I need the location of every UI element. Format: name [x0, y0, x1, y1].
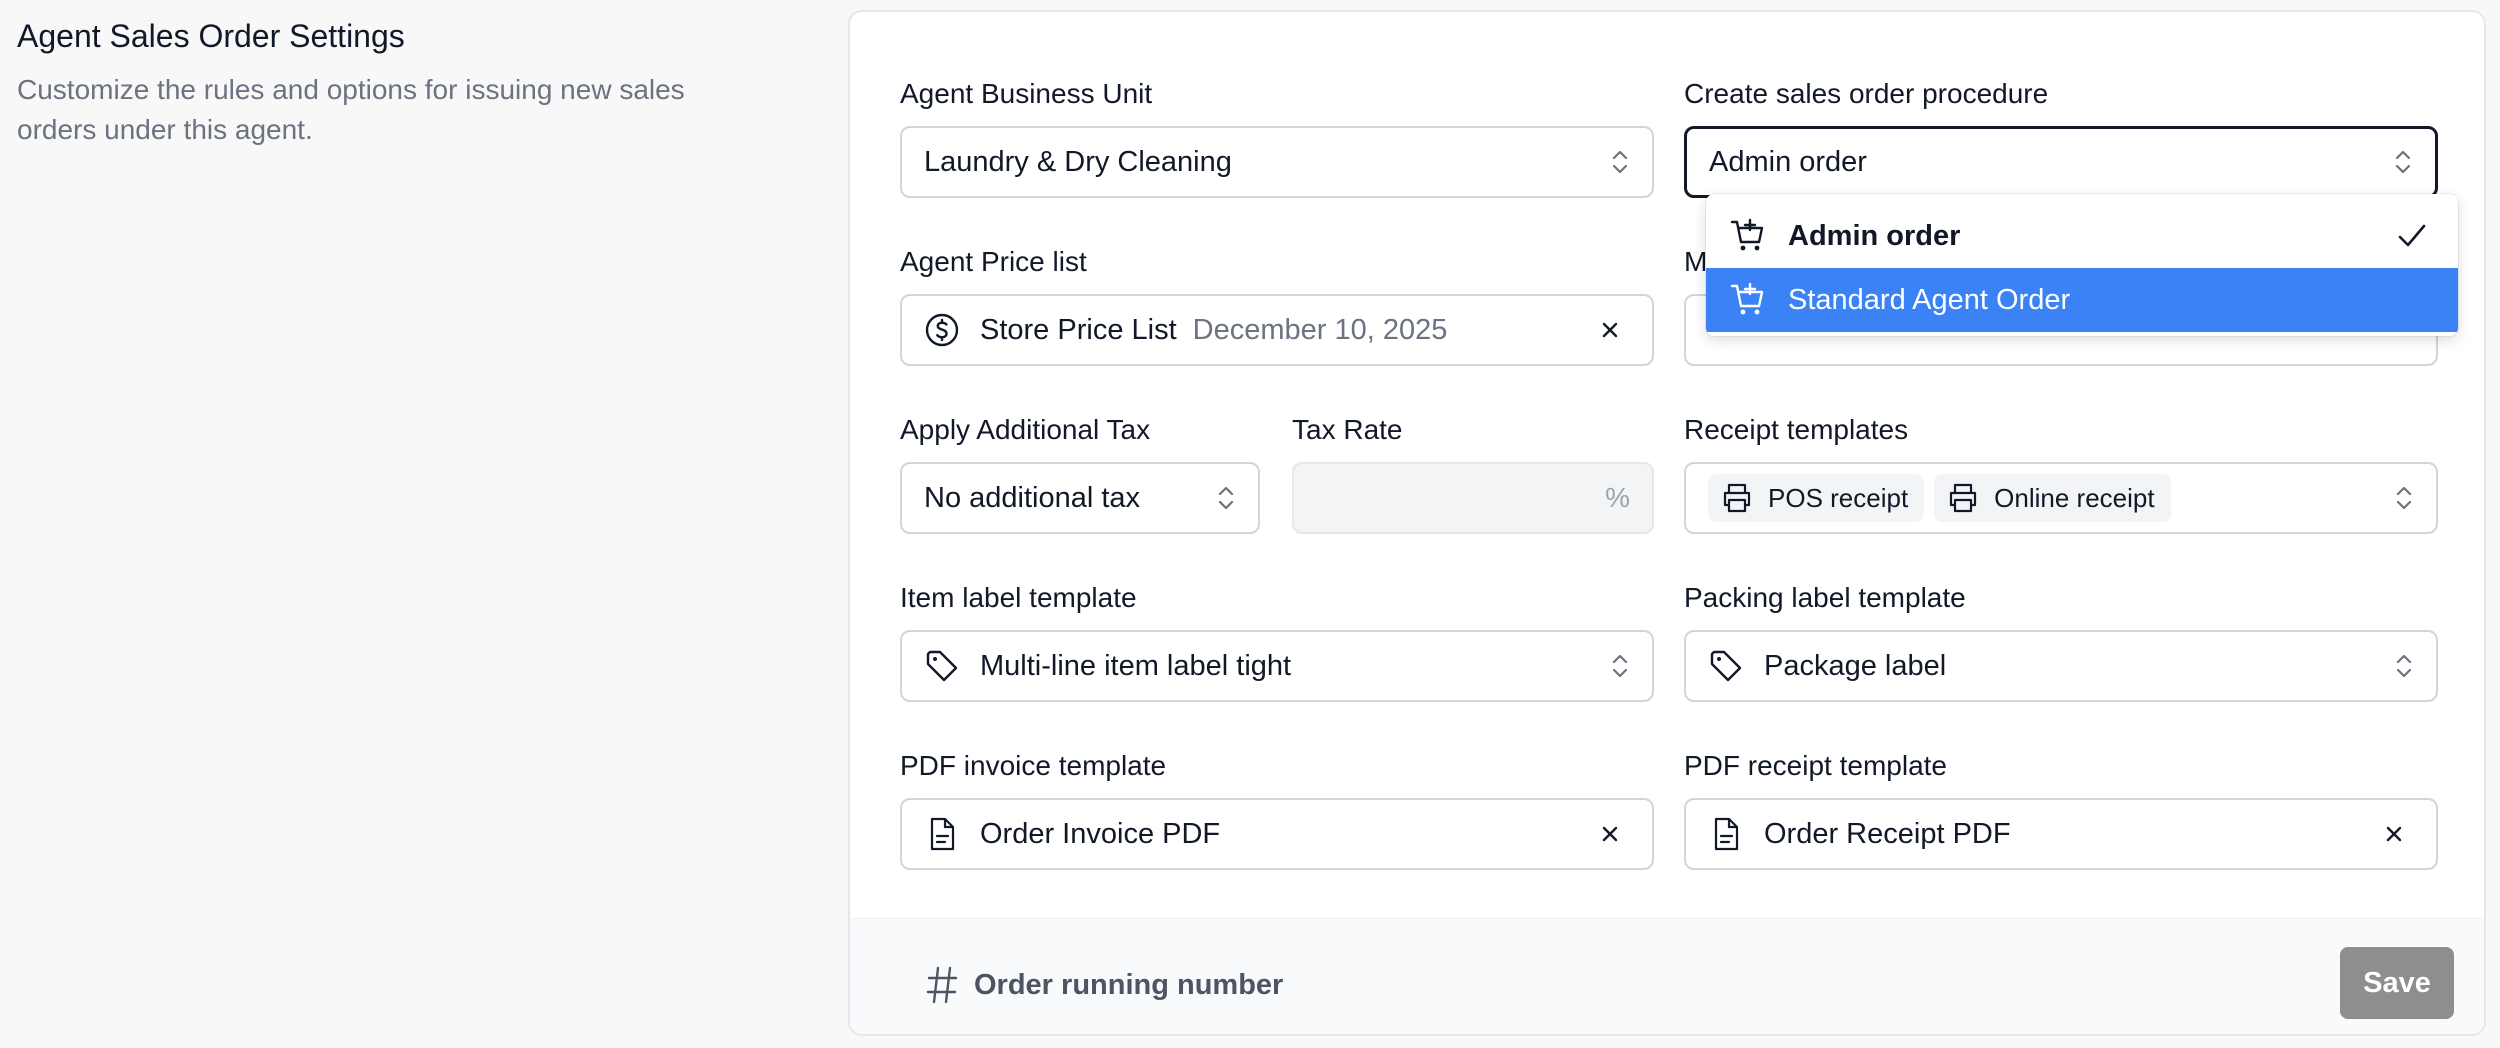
pdf-receipt-template-value: Order Receipt PDF [1764, 817, 2011, 850]
item-label-template-value: Multi-line item label tight [980, 649, 1292, 682]
percent-unit: % [1605, 482, 1630, 513]
price-list-label: Agent Price list [900, 246, 1087, 277]
save-button[interactable]: Save [2340, 947, 2454, 1019]
order-running-number[interactable]: Order running number [926, 965, 1283, 1005]
packing-label-template-select[interactable]: Package label [1684, 630, 2438, 702]
chip-label: Online receipt [1994, 482, 2155, 513]
cart-plus-icon [1730, 218, 1766, 254]
additional-tax-label: Apply Additional Tax [900, 414, 1151, 445]
document-icon [924, 816, 960, 852]
chip-pos-receipt[interactable]: POS receipt [1708, 474, 1925, 522]
price-list-value: Store Price List [980, 313, 1177, 346]
close-icon [1602, 322, 1618, 338]
item-label-template-select[interactable]: Multi-line item label tight [900, 630, 1654, 702]
tax-rate-label: Tax Rate [1292, 414, 1403, 445]
page-title: Agent Sales Order Settings [17, 18, 405, 54]
chevron-up-down-icon [1612, 654, 1628, 678]
chevron-up-down-icon [2396, 654, 2412, 678]
procedure-label: Create sales order procedure [1684, 78, 2049, 109]
procedure-select[interactable]: Admin order [1684, 126, 2438, 198]
tax-rate-input[interactable]: % [1292, 462, 1654, 534]
chevron-up-down-icon [2396, 486, 2412, 510]
chevron-up-down-icon [2395, 150, 2411, 174]
option-label: Standard Agent Order [1788, 283, 2071, 316]
cart-plus-icon [1730, 282, 1766, 318]
item-label-template-label: Item label template [900, 582, 1137, 613]
close-icon [1602, 826, 1618, 842]
clear-pdf-receipt-button[interactable] [2374, 814, 2414, 854]
hash-icon [926, 966, 958, 1004]
packing-label-template-value: Package label [1764, 649, 1947, 682]
receipt-templates-multiselect[interactable]: POS receipt Online receipt [1684, 462, 2438, 534]
additional-tax-value: No additional tax [924, 481, 1141, 514]
pdf-receipt-template-label: PDF receipt template [1684, 750, 1947, 781]
chevron-up-down-icon [1218, 486, 1234, 510]
obscured-field-label: M [1684, 246, 1708, 277]
section-intro: Agent Sales Order Settings Customize the… [17, 16, 777, 150]
pdf-invoice-template-label: PDF invoice template [900, 750, 1167, 781]
close-icon [2386, 826, 2402, 842]
document-icon [1708, 816, 1744, 852]
dollar-circle-icon [924, 312, 960, 348]
business-unit-select[interactable]: Laundry & Dry Cleaning [900, 126, 1654, 198]
option-label: Admin order [1788, 219, 1961, 252]
printer-icon [1950, 483, 1977, 513]
order-running-number-label: Order running number [974, 968, 1284, 1001]
procedure-option-admin-order[interactable]: Admin order [1706, 204, 2458, 268]
receipt-templates-label: Receipt templates [1684, 414, 1909, 445]
settings-card: Agent Business Unit Laundry & Dry Cleani… [848, 10, 2486, 1036]
pdf-invoice-template-select[interactable]: Order Invoice PDF [900, 798, 1654, 870]
price-list-date: December 10, 2025 [1192, 313, 1448, 346]
chevron-up-down-icon [1612, 150, 1628, 174]
tag-icon [924, 648, 960, 684]
checkmark-icon [2398, 224, 2426, 247]
tag-icon [1708, 648, 1744, 684]
procedure-dropdown-menu: Admin order Standard Agent Order [1706, 194, 2458, 336]
card-footer: Order running number Save [850, 918, 2484, 1034]
business-unit-value: Laundry & Dry Cleaning [924, 145, 1232, 178]
page-description: Customize the rules and options for issu… [17, 74, 685, 145]
chip-online-receipt[interactable]: Online receipt [1934, 474, 2171, 522]
pdf-receipt-template-select[interactable]: Order Receipt PDF [1684, 798, 2438, 870]
clear-pdf-invoice-button[interactable] [1590, 814, 1630, 854]
chip-label: POS receipt [1768, 482, 1909, 513]
clear-price-list-button[interactable] [1590, 310, 1630, 350]
additional-tax-select[interactable]: No additional tax [900, 462, 1260, 534]
pdf-invoice-template-value: Order Invoice PDF [980, 817, 1221, 850]
printer-icon [1723, 483, 1751, 513]
procedure-value: Admin order [1709, 145, 1867, 178]
packing-label-template-label: Packing label template [1684, 582, 1966, 613]
business-unit-label: Agent Business Unit [900, 78, 1153, 109]
price-list-select[interactable]: Store Price List December 10, 2025 [900, 294, 1654, 366]
procedure-option-standard-agent-order[interactable]: Standard Agent Order [1706, 268, 2458, 332]
